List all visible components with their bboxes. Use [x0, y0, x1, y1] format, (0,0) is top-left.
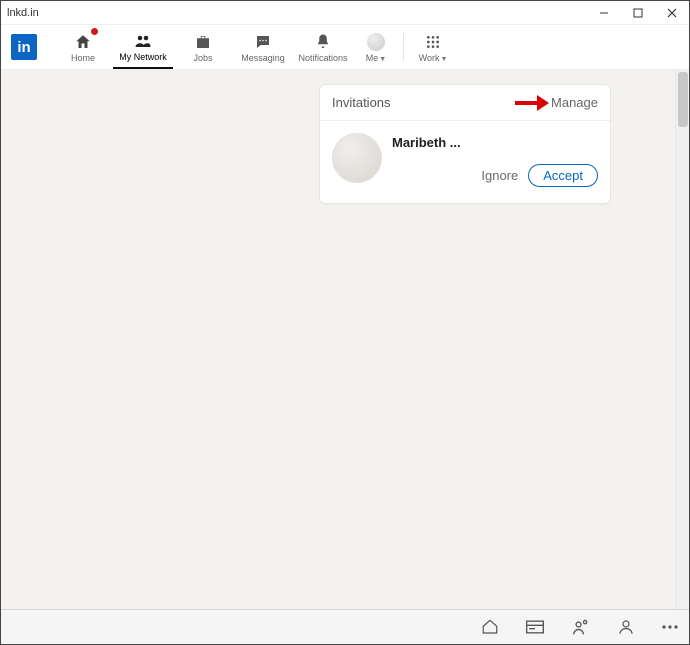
invitations-card: Invitations Manage Maribeth ... Ignore A… [319, 84, 611, 204]
nav-separator [403, 33, 404, 61]
nav-home[interactable]: Home [53, 25, 113, 69]
bottom-taskbar [1, 609, 689, 644]
nav-jobs[interactable]: Jobs [173, 25, 233, 69]
scrollbar-thumb[interactable] [678, 72, 688, 127]
taskbar-home-icon[interactable] [481, 618, 499, 636]
nav-notifications-label: Notifications [298, 53, 347, 63]
invitation-row: Maribeth ... Ignore Accept [320, 121, 610, 203]
nav-work[interactable]: Work▼ [408, 25, 458, 69]
home-icon [74, 32, 92, 52]
avatar-icon [367, 32, 385, 52]
nav-home-label: Home [71, 53, 95, 63]
top-nav: in Home My Network Jobs Messaging Notifi… [1, 25, 689, 70]
chevron-down-icon: ▼ [440, 56, 447, 63]
invitations-title: Invitations [332, 95, 515, 110]
nav-notifications[interactable]: Notifications [293, 25, 353, 69]
nav-messaging[interactable]: Messaging [233, 25, 293, 69]
linkedin-logo[interactable]: in [11, 34, 37, 60]
nav-network-label: My Network [119, 52, 167, 62]
nav-messaging-label: Messaging [241, 53, 285, 63]
close-button[interactable] [655, 1, 689, 25]
invitations-header: Invitations Manage [320, 85, 610, 121]
people-icon [134, 31, 152, 51]
invitation-name[interactable]: Maribeth ... [392, 135, 598, 150]
ignore-button[interactable]: Ignore [481, 168, 518, 183]
taskbar-profile-icon[interactable] [617, 618, 635, 636]
messaging-icon [254, 32, 272, 52]
nav-work-label: Work▼ [419, 53, 448, 63]
scrollbar[interactable] [675, 70, 689, 610]
manage-link[interactable]: Manage [551, 95, 598, 110]
arrow-annotation [515, 98, 549, 108]
minimize-button[interactable] [587, 1, 621, 25]
nav-me[interactable]: Me▼ [353, 25, 399, 69]
avatar[interactable] [332, 133, 382, 183]
maximize-button[interactable] [621, 1, 655, 25]
grid-icon [425, 32, 441, 52]
nav-my-network[interactable]: My Network [113, 25, 173, 69]
nav-jobs-label: Jobs [193, 53, 212, 63]
taskbar-card-icon[interactable] [525, 619, 545, 635]
taskbar-people-icon[interactable] [571, 618, 591, 636]
briefcase-icon [194, 32, 212, 52]
taskbar-more-icon[interactable] [661, 624, 679, 630]
content-area: Invitations Manage Maribeth ... Ignore A… [1, 70, 689, 610]
window-title: lnkd.in [7, 7, 39, 19]
window-titlebar: lnkd.in [1, 1, 689, 25]
bell-icon [314, 32, 332, 52]
chevron-down-icon: ▼ [379, 56, 386, 63]
notification-badge [90, 27, 99, 36]
nav-me-label: Me▼ [366, 53, 386, 63]
accept-button[interactable]: Accept [528, 164, 598, 187]
